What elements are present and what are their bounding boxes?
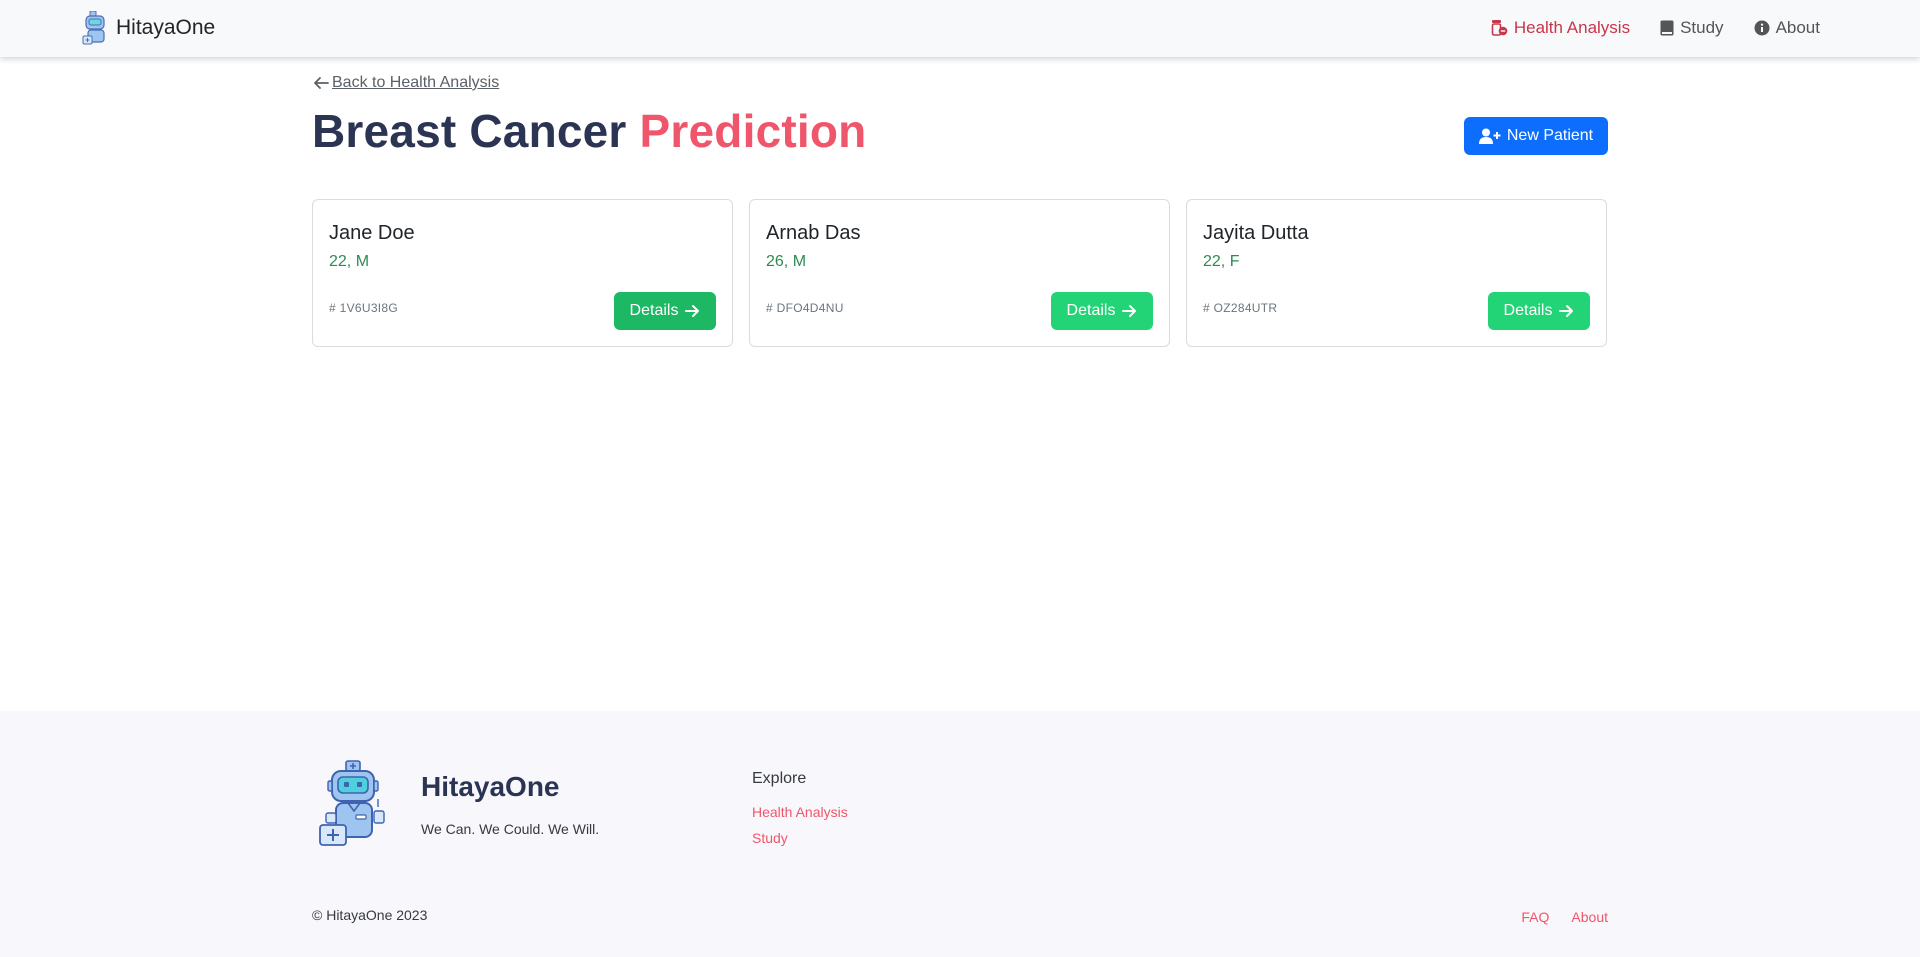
footer-copyright: © HitayaOne 2023 [312,907,428,923]
page-title-accent: Prediction [639,105,867,157]
footer-brand: HitayaOne [421,771,560,802]
patient-card-list: Jane Doe 22, M # 1V6U3I8G Details Arnab … [312,199,1608,347]
patient-name: Arnab Das [766,222,861,244]
footer-explore-title: Explore [752,770,807,787]
footer-link-faq[interactable]: FAQ [1521,909,1549,925]
footer-tagline: We Can. We Could. We Will. [421,821,600,837]
book-icon [1660,20,1674,35]
nav-links: Health Analysis Study About [1491,0,1820,55]
details-button-label: Details [1503,302,1553,319]
patient-age-sex: 26, M [766,253,807,270]
page-title: Breast Cancer Prediction [312,104,866,158]
pill-bottle-icon [1491,19,1508,36]
brand-link[interactable]: HitayaOne [82,10,215,46]
patient-card: Arnab Das 26, M # DFO4D4NU Details [749,199,1170,347]
details-button[interactable]: Details [1488,292,1590,330]
user-plus-icon [1478,128,1501,144]
robot-logo-icon [82,11,105,45]
patient-name: Jayita Dutta [1203,222,1309,244]
nav-health-analysis[interactable]: Health Analysis [1491,18,1630,38]
patient-name: Jane Doe [329,222,415,244]
new-patient-label: New Patient [1506,127,1594,144]
footer-link-about[interactable]: About [1571,909,1608,925]
details-button[interactable]: Details [614,292,716,330]
details-button-label: Details [629,302,679,319]
patient-age-sex: 22, F [1203,253,1240,270]
arrow-left-icon [314,77,329,89]
arrow-right-icon [685,305,700,317]
patient-card: Jane Doe 22, M # 1V6U3I8G Details [312,199,733,347]
brand-name: HitayaOne [116,16,216,39]
patient-card: Jayita Dutta 22, F # OZ284UTR Details [1186,199,1607,347]
robot-logo-icon [319,760,385,846]
nav-about[interactable]: About [1754,18,1820,38]
patient-id: # OZ284UTR [1203,301,1278,315]
nav-study[interactable]: Study [1660,17,1724,38]
arrow-right-icon [1559,305,1574,317]
patient-age-sex: 22, M [329,253,370,270]
navbar: HitayaOne Health Analysis Study About [0,0,1920,57]
footer-link-study[interactable]: Study [752,830,788,846]
nav-study-label: Study [1680,17,1724,37]
back-to-health-analysis-link[interactable]: Back to Health Analysis [312,74,499,92]
info-circle-icon [1754,20,1770,35]
nav-about-label: About [1775,17,1820,37]
details-button-label: Details [1066,302,1116,319]
details-button[interactable]: Details [1051,292,1153,330]
arrow-right-icon [1122,305,1137,317]
patient-id: # DFO4D4NU [766,301,844,315]
patient-id: # 1V6U3I8G [329,301,399,315]
footer-link-health-analysis[interactable]: Health Analysis [752,804,848,820]
back-link-label: Back to Health Analysis [332,74,500,91]
footer: HitayaOne We Can. We Could. We Will. Exp… [0,711,1920,957]
footer-bottom-links: FAQ About [1521,909,1608,925]
new-patient-button[interactable]: New Patient [1464,117,1608,155]
nav-health-analysis-label: Health Analysis [1513,17,1631,37]
page-title-main: Breast Cancer [312,105,627,157]
